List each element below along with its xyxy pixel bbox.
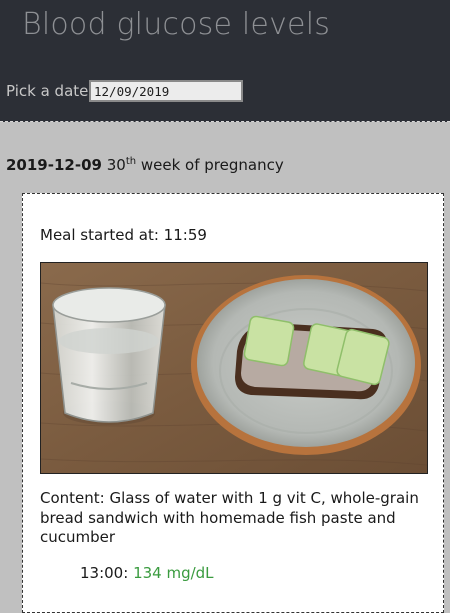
day-date: 2019-12-09 [6, 156, 102, 174]
meal-photo-illustration [41, 263, 427, 473]
date-picker-input[interactable] [89, 80, 243, 102]
glucose-reading-time: 13:00 [80, 564, 124, 582]
meal-content-label: Content: [40, 489, 105, 507]
plate-with-sandwich [191, 275, 421, 455]
app-header: Blood glucose levels Pick a date: [0, 0, 450, 122]
day-heading: 2019-12-09 30th week of pregnancy [6, 154, 284, 176]
date-picker-label: Pick a date: [6, 82, 94, 100]
pregnancy-week-number: 30 [106, 156, 126, 174]
meal-start-time: Meal started at: 11:59 [40, 224, 207, 246]
glucose-reading: 13:00: 134 mg/dL [80, 564, 214, 582]
glucose-reading-value: 134 mg/dL [133, 564, 214, 582]
meal-card: Meal started at: 11:59 Content: Glass of… [22, 193, 444, 613]
pregnancy-week-text: week of pregnancy [136, 156, 284, 174]
meal-photo [40, 262, 428, 474]
glass-of-water [52, 287, 166, 425]
meal-start-value: 11:59 [163, 226, 207, 244]
app-title: Blood glucose levels [22, 7, 331, 42]
meal-start-label: Meal started at: [40, 226, 159, 244]
meal-content: Content: Glass of water with 1 g vit C, … [40, 489, 420, 548]
pregnancy-week-suffix: th [125, 156, 137, 167]
